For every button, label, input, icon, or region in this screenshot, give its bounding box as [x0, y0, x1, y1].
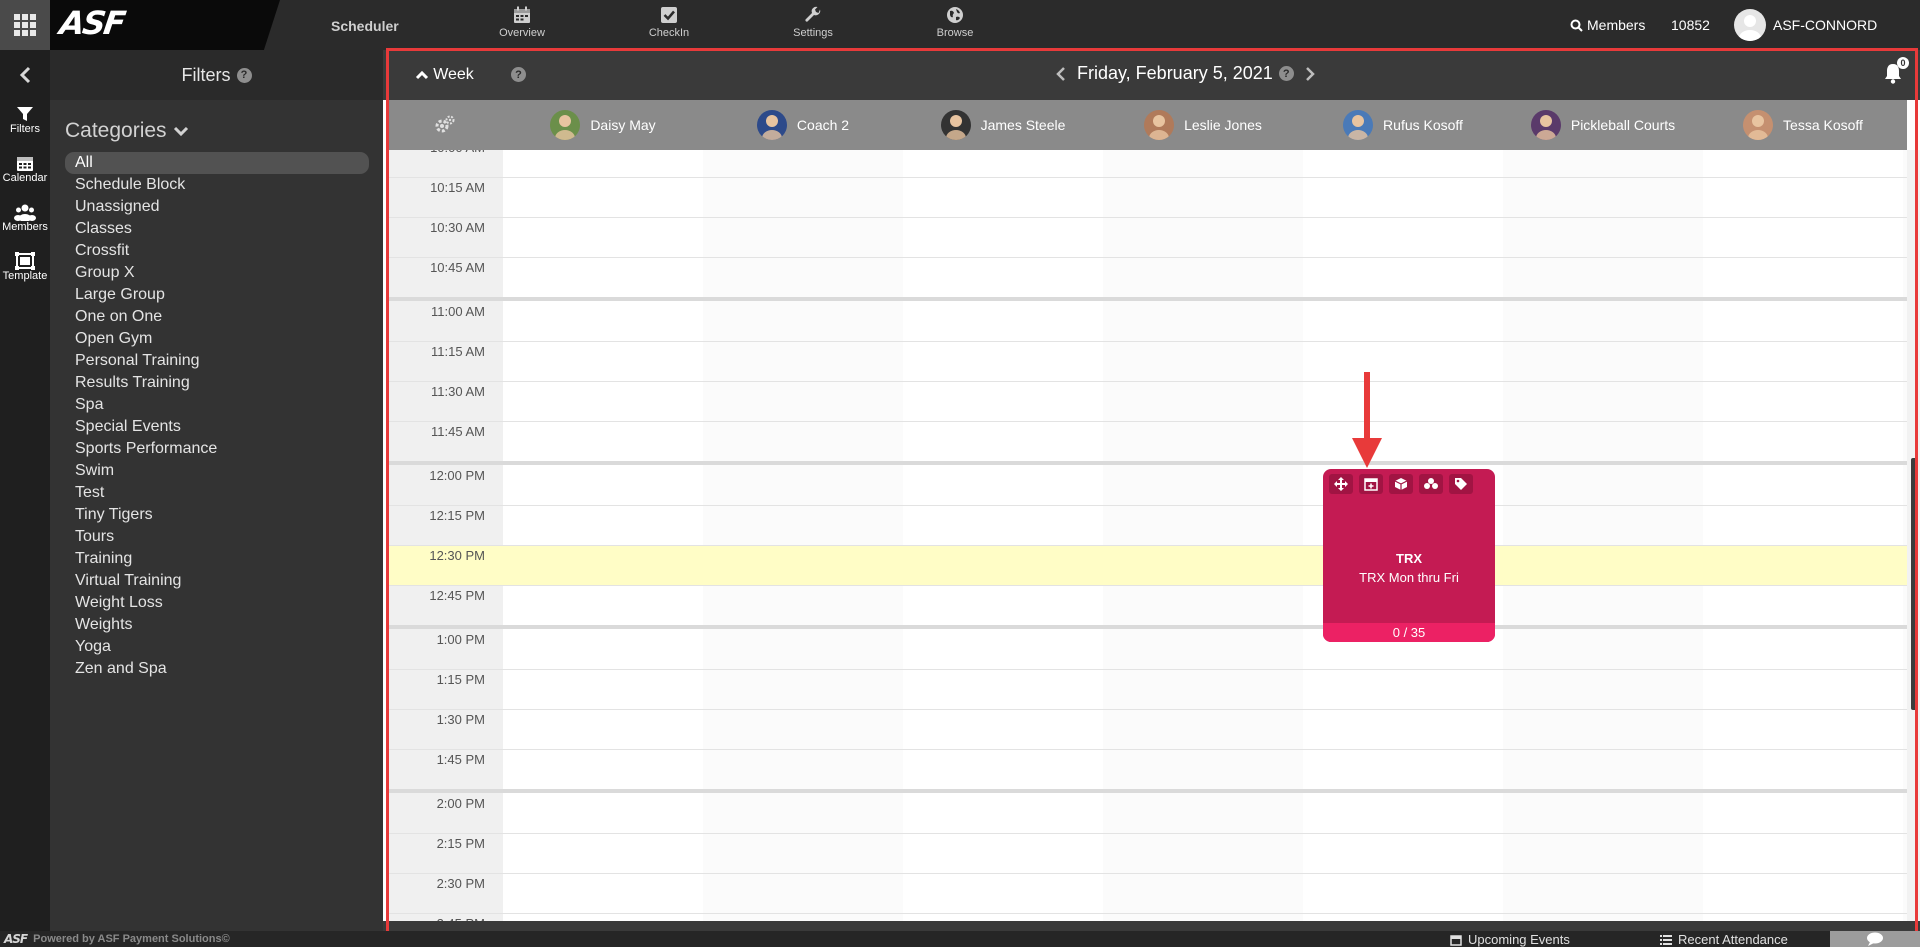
members-label: Members: [1587, 17, 1646, 33]
nav-settings-label: Settings: [793, 27, 833, 39]
template-icon: [15, 252, 35, 270]
calendar-icon: [17, 157, 33, 171]
category-item[interactable]: Training: [65, 548, 369, 570]
recent-attendance-label: Recent Attendance: [1678, 932, 1788, 947]
list-icon: [1660, 934, 1672, 945]
nav-overview[interactable]: Overview: [477, 6, 567, 39]
checkbox-icon: [661, 7, 677, 23]
category-item[interactable]: Open Gym: [65, 328, 369, 350]
category-item[interactable]: Personal Training: [65, 350, 369, 372]
category-list: All Schedule Block Unassigned Classes Crossf…: [65, 152, 369, 680]
category-item[interactable]: Classes: [65, 218, 369, 240]
powered-by: ASF Powered by ASF Payment Solutions©: [4, 932, 230, 946]
wrench-icon: [805, 6, 821, 22]
funnel-icon: [17, 107, 33, 121]
chevron-left-icon: [19, 66, 31, 84]
asf-logo[interactable]: ASF: [57, 4, 126, 42]
category-item[interactable]: Unassigned: [65, 196, 369, 218]
left-rail: Filters Calendar Members Template: [0, 50, 50, 931]
category-item[interactable]: Test: [65, 482, 369, 504]
category-item[interactable]: Virtual Training: [65, 570, 369, 592]
category-item[interactable]: Group X: [65, 262, 369, 284]
categories-label: Categories: [65, 119, 167, 142]
rail-template-label: Template: [2, 270, 48, 282]
category-item[interactable]: Zen and Spa: [65, 658, 369, 680]
category-item[interactable]: All: [65, 152, 369, 174]
rail-filters-label: Filters: [10, 123, 40, 135]
top-bar: ASF Scheduler Overview CheckIn Settings …: [0, 0, 1920, 50]
category-item[interactable]: Schedule Block: [65, 174, 369, 196]
rail-template[interactable]: Template: [0, 252, 50, 282]
rail-members[interactable]: Members: [0, 203, 50, 233]
categories-toggle[interactable]: Categories: [65, 119, 189, 143]
category-item[interactable]: Spa: [65, 394, 369, 416]
bottom-bar: ASF Powered by ASF Payment Solutions© Up…: [0, 931, 1920, 947]
rail-members-label: Members: [2, 221, 48, 233]
upcoming-events-label: Upcoming Events: [1468, 932, 1570, 947]
highlight-frame: [386, 48, 1918, 943]
category-item[interactable]: Swim: [65, 460, 369, 482]
category-item[interactable]: Results Training: [65, 372, 369, 394]
chat-icon: [1867, 932, 1883, 946]
chat-button[interactable]: [1830, 931, 1920, 947]
category-item[interactable]: Large Group: [65, 284, 369, 306]
filters-title: Filters: [181, 64, 231, 85]
nav-settings[interactable]: Settings: [768, 6, 858, 39]
powered-by-text: Powered by ASF Payment Solutions©: [33, 933, 230, 945]
apps-grid-button[interactable]: [0, 0, 50, 50]
grid-icon: [14, 14, 36, 36]
category-item[interactable]: Tiny Tigers: [65, 504, 369, 526]
calendar-icon: [1450, 934, 1462, 946]
recent-attendance-link[interactable]: Recent Attendance: [1660, 932, 1788, 947]
category-item[interactable]: One on One: [65, 306, 369, 328]
category-item[interactable]: Sports Performance: [65, 438, 369, 460]
globe-icon: [947, 7, 963, 23]
user-name: ASF-CONNORD: [1773, 17, 1878, 33]
filters-header: Filters ?: [50, 50, 383, 100]
member-count: 10852: [1671, 17, 1710, 33]
category-item[interactable]: Yoga: [65, 636, 369, 658]
category-item[interactable]: Special Events: [65, 416, 369, 438]
upcoming-events-link[interactable]: Upcoming Events: [1450, 932, 1570, 947]
category-item[interactable]: Crossfit: [65, 240, 369, 262]
rail-calendar-label: Calendar: [2, 172, 48, 184]
nav-browse-label: Browse: [936, 27, 974, 39]
nav-checkin[interactable]: CheckIn: [624, 6, 714, 39]
rail-filters[interactable]: Filters: [0, 105, 50, 135]
user-icon: [1739, 15, 1761, 41]
people-icon: [14, 204, 36, 221]
category-item[interactable]: Tours: [65, 526, 369, 548]
calendar-icon: [514, 6, 530, 23]
annotation-arrow-icon: [1352, 372, 1382, 468]
avatar: [1734, 9, 1766, 41]
search-icon: [1570, 19, 1583, 32]
mini-asf-logo: ASF: [4, 932, 28, 946]
filters-panel: Filters ? Categories All Schedule Block Un…: [50, 50, 383, 931]
chevron-down-icon: [173, 126, 188, 137]
nav-checkin-label: CheckIn: [648, 27, 690, 39]
help-icon[interactable]: ?: [236, 67, 252, 83]
user-menu[interactable]: ASF-CONNORD: [1734, 9, 1877, 41]
collapse-button[interactable]: [0, 50, 50, 100]
members-link[interactable]: Members: [1570, 17, 1645, 33]
nav-overview-label: Overview: [499, 27, 545, 39]
category-item[interactable]: Weights: [65, 614, 369, 636]
rail-calendar[interactable]: Calendar: [0, 154, 50, 184]
category-item[interactable]: Weight Loss: [65, 592, 369, 614]
app-title: Scheduler: [331, 18, 399, 34]
nav-browse[interactable]: Browse: [910, 6, 1000, 39]
